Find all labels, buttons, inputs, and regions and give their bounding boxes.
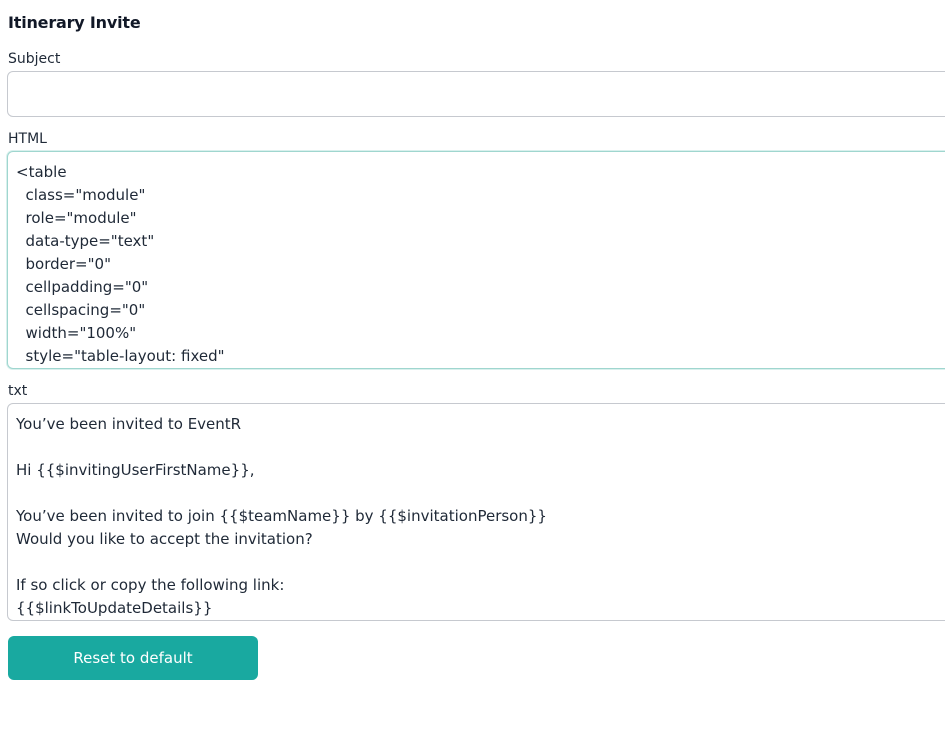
subject-input[interactable] bbox=[7, 71, 945, 117]
html-line: style="table-layout: fixed" bbox=[16, 347, 225, 365]
txt-label: txt bbox=[8, 383, 28, 399]
html-label: HTML bbox=[8, 131, 47, 147]
html-line: class="module" bbox=[16, 186, 146, 204]
html-line: cellpadding="0" bbox=[16, 278, 149, 296]
subject-label: Subject bbox=[8, 51, 61, 67]
html-editor[interactable]: <table class="module" role="module" data… bbox=[7, 151, 945, 369]
txt-line: If so click or copy the following link: bbox=[16, 576, 285, 594]
html-line: role="module" bbox=[16, 209, 137, 227]
txt-line bbox=[16, 436, 945, 459]
txt-line: Hi {{$invitingUserFirstName}}, bbox=[16, 461, 255, 479]
page-title: Itinerary Invite bbox=[8, 13, 141, 32]
txt-editor[interactable]: You’ve been invited to EventR Hi {{$invi… bbox=[7, 403, 945, 621]
txt-line: Would you like to accept the invitation? bbox=[16, 530, 313, 548]
txt-line bbox=[16, 482, 945, 505]
html-line: width="100%" bbox=[16, 324, 137, 342]
html-line: <table bbox=[16, 163, 67, 181]
txt-line bbox=[16, 551, 945, 574]
txt-line: {{$linkToUpdateDetails}} bbox=[16, 599, 213, 617]
txt-line: You’ve been invited to EventR bbox=[16, 415, 242, 433]
txt-line: You’ve been invited to join {{$teamName}… bbox=[16, 507, 547, 525]
html-line: border="0" bbox=[16, 255, 111, 273]
html-line: cellspacing="0" bbox=[16, 301, 146, 319]
html-line: data-type="text" bbox=[16, 232, 155, 250]
reset-to-default-button[interactable]: Reset to default bbox=[8, 636, 258, 680]
